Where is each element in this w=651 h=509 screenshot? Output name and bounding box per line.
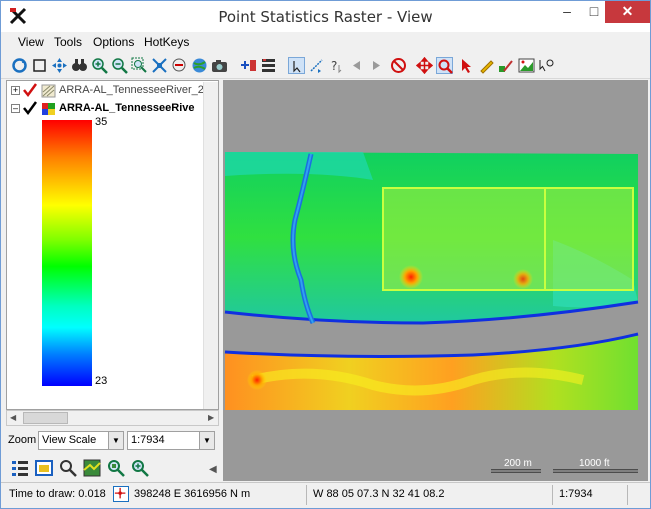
find-point-icon[interactable] [538, 57, 555, 74]
collapse-panel-icon[interactable]: ◀ [209, 464, 217, 475]
svg-text:?: ? [331, 59, 337, 73]
crosshair-icon[interactable] [113, 486, 129, 502]
title-bar: Point Statistics Raster - View – □ ✕ [1, 1, 650, 32]
window-icon[interactable] [34, 458, 54, 478]
collapse-toggle[interactable]: – [11, 104, 20, 113]
chevron-down-icon[interactable]: ▼ [108, 432, 123, 449]
map-icon[interactable] [82, 458, 102, 478]
add-layer-icon[interactable] [240, 57, 257, 74]
forward-icon[interactable] [368, 57, 385, 74]
zoom-to-layer-icon[interactable] [106, 458, 126, 478]
toolbar: ? [1, 53, 650, 79]
layer-manager-icon[interactable] [260, 57, 277, 74]
draw-time: Time to draw: 0.018 [9, 488, 106, 500]
minimize-button[interactable]: – [554, 1, 580, 23]
scalebar-imperial-label: 1000 ft [579, 458, 610, 469]
zoom-mode-select[interactable]: View Scale ▼ [38, 431, 124, 450]
image-icon[interactable] [518, 57, 535, 74]
zoom-box-icon[interactable] [131, 57, 148, 74]
pointer-icon[interactable] [458, 57, 475, 74]
stop-icon[interactable] [390, 57, 407, 74]
color-legend-bar [42, 120, 92, 386]
select-tool-icon[interactable] [288, 57, 305, 74]
scale-select[interactable]: 1:7934 ▼ [127, 431, 215, 450]
status-divider [306, 485, 307, 505]
pan-icon[interactable] [51, 57, 68, 74]
menu-options[interactable]: Options [93, 35, 134, 49]
zoom-scale-icon[interactable] [171, 57, 188, 74]
pencil-icon[interactable] [478, 57, 495, 74]
window-title: Point Statistics Raster - View [218, 8, 433, 26]
expand-toggle[interactable]: + [11, 86, 20, 95]
redraw-icon[interactable] [11, 57, 28, 74]
measure-icon[interactable] [308, 57, 325, 74]
visibility-checkmark-icon[interactable] [22, 82, 38, 98]
query-icon[interactable]: ? [328, 57, 345, 74]
move-icon[interactable] [415, 56, 434, 75]
menu-bar: View Tools Options HotKeys [1, 32, 650, 52]
full-view-icon[interactable] [31, 57, 48, 74]
layer-row[interactable]: + ARRA-AL_TennesseeRiver_20 [9, 82, 214, 100]
map-canvas[interactable]: 200 m 1000 ft [223, 80, 648, 481]
zoom-tool-icon[interactable] [436, 57, 453, 74]
scroll-left-icon[interactable]: ◀ [10, 413, 16, 422]
zoom-mode-value: View Scale [42, 434, 97, 446]
raster-layer-icon [41, 102, 56, 116]
chevron-down-icon[interactable]: ▼ [199, 432, 214, 449]
globe-icon[interactable] [191, 57, 208, 74]
layer-row[interactable]: – ARRA-AL_TennesseeRive [9, 100, 214, 118]
edit-tool-icon[interactable] [498, 57, 515, 74]
raster-map [224, 152, 639, 473]
back-icon[interactable] [348, 57, 365, 74]
scale-value: 1:7934 [131, 434, 165, 446]
legend-max-label: 35 [95, 116, 108, 128]
projected-coordinates: 398248 E 3616956 N m [134, 488, 251, 500]
layer-tree: + ARRA-AL_TennesseeRiver_20 – ARRA-AL_Te… [6, 80, 219, 410]
layer-name: ARRA-AL_TennesseeRive [59, 102, 195, 114]
application-window: Point Statistics Raster - View – □ ✕ Vie… [0, 0, 651, 509]
menu-view[interactable]: View [18, 35, 44, 49]
scroll-thumb[interactable] [23, 412, 68, 424]
zoom-controls: Zoom View Scale ▼ 1:7934 ▼ [6, 430, 219, 452]
list-view-icon[interactable] [10, 458, 30, 478]
scroll-right-icon[interactable]: ▶ [208, 413, 214, 422]
panel-toolbar: ◀ [6, 458, 219, 480]
camera-icon[interactable] [211, 57, 228, 74]
zoom-label: Zoom [8, 434, 37, 446]
visibility-checkmark-icon[interactable] [22, 100, 38, 116]
maximize-button[interactable]: □ [581, 1, 607, 23]
raster-hotspot [513, 269, 533, 289]
menu-tools[interactable]: Tools [54, 35, 82, 49]
layer-panel: + ARRA-AL_TennesseeRiver_20 – ARRA-AL_Te… [6, 80, 219, 480]
raster-layer-icon [41, 84, 56, 98]
status-divider [627, 485, 628, 505]
zoom-in-layer-icon[interactable] [130, 458, 150, 478]
zoom-extents-icon[interactable] [151, 57, 168, 74]
zoom-in-icon[interactable] [91, 57, 108, 74]
raster-hotspot [247, 370, 267, 390]
menu-hotkeys[interactable]: HotKeys [144, 35, 189, 49]
vertical-scrollbar[interactable] [203, 82, 218, 409]
scalebar-metric-label: 200 m [504, 458, 532, 469]
status-divider [552, 485, 553, 505]
layer-name: ARRA-AL_TennesseeRiver_20 [59, 84, 211, 96]
binoculars-icon[interactable] [71, 57, 88, 74]
horizontal-scrollbar[interactable]: ◀ ▶ [6, 410, 219, 426]
geographic-coordinates: W 88 05 07.3 N 32 41 08.2 [313, 488, 445, 500]
legend-min-label: 23 [95, 375, 108, 387]
close-button[interactable]: ✕ [605, 1, 650, 23]
zoom-out-icon[interactable] [111, 57, 128, 74]
search-icon[interactable] [58, 458, 78, 478]
raster-hotspot [399, 265, 423, 289]
status-bar: Time to draw: 0.018 398248 E 3616956 N m… [1, 482, 650, 508]
status-map-scale: 1:7934 [559, 488, 593, 500]
